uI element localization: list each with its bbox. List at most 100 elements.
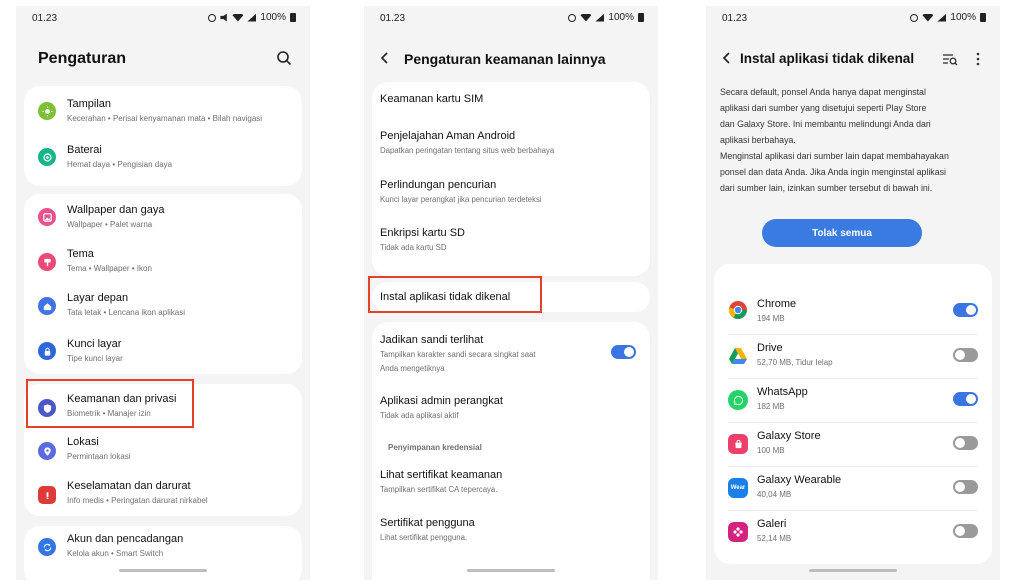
show-passwords-toggle[interactable] [611,345,636,359]
app-detail: 194 MB [757,314,785,323]
item-title: Tema [67,248,94,260]
item-title: Keselamatan dan darurat [67,480,191,492]
whatsapp-toggle[interactable] [953,392,978,406]
item-safe-browsing[interactable]: Penjelajahan Aman Android Dapatkan perin… [372,116,650,166]
back-icon[interactable] [720,51,734,65]
app-row-drive[interactable]: Drive 52,70 MB, Tidur lelap [714,334,992,378]
deny-all-button[interactable]: Tolak semua [762,219,922,247]
item-device-admin-apps[interactable]: Aplikasi admin perangkat Tidak ada aplik… [372,382,650,430]
item-title: Lihat sertifikat keamanan [380,469,503,481]
settings-item-tema[interactable]: Tema Tema • Wallpaper • Ikon [24,240,302,284]
description-line: Menginstal aplikasi dari sumber lain dap… [720,151,949,161]
settings-item-baterai[interactable]: Baterai Hemat daya • Pengisian daya [24,136,302,186]
settings-screen: 01.23 100% Pengaturan Tampilan Kecerahan… [16,6,310,580]
chrome-toggle[interactable] [953,303,978,317]
status-bar: 01.23 100% [16,6,310,30]
app-row-galaxy-wearable[interactable]: Wear Galaxy Wearable 40,04 MB [714,466,992,510]
item-subtitle: Tipe kunci layar [67,354,123,363]
status-time: 01.23 [380,13,406,24]
settings-header: Pengaturan [16,42,310,74]
item-subtitle: Kunci layar perangkat jika pencurian ter… [380,195,542,204]
alarm-icon [910,13,919,22]
app-name: Galeri [757,518,787,530]
description-line: Secara default, ponsel Anda hanya dapat … [720,87,926,97]
item-title: Jadikan sandi terlihat [380,334,484,346]
item-subtitle: Lihat sertifikat pengguna. [380,533,468,542]
settings-item-kunci-layar[interactable]: Kunci layar Tipe kunci layar [24,330,302,374]
galaxy-wearable-icon: Wear [728,478,748,498]
settings-item-akun[interactable]: Akun dan pencadangan Kelola akun • Smart… [24,526,302,570]
item-theft-protection[interactable]: Perlindungan pencurian Kunci layar peran… [372,166,650,214]
description-line: ponsel dan data Anda. Jika Anda ingin me… [720,167,946,177]
item-user-certificates[interactable]: Sertifikat pengguna Lihat sertifikat pen… [372,508,650,556]
battery-icon [38,148,56,166]
item-view-certificates[interactable]: Lihat sertifikat keamanan Tampilkan sert… [372,460,650,508]
unknown-apps-screen: 01.23 100% Instal aplikasi tidak dikenal… [706,6,1000,580]
item-title: Sertifikat pengguna [380,517,475,529]
item-sd-encryption[interactable]: Enkripsi kartu SD Tidak ada kartu SD [372,214,650,264]
item-subtitle: Tidak ada aplikasi aktif [380,411,459,420]
location-icon [38,442,56,460]
settings-item-wallpaper[interactable]: Wallpaper dan gaya Wallpaper • Palet war… [24,194,302,240]
back-icon[interactable] [378,51,392,65]
item-title: Wallpaper dan gaya [67,204,165,216]
item-title: Akun dan pencadangan [67,533,184,545]
item-title: Perlindungan pencurian [380,179,497,191]
page-title: Pengaturan keamanan lainnya [404,51,606,67]
app-row-galaxy-store[interactable]: Galaxy Store 100 MB [714,422,992,466]
app-row-galeri[interactable]: Galeri 52,14 MB [714,510,992,554]
item-subtitle: Info medis • Peringatan darurat nirkabel [67,496,208,505]
home-indicator [467,569,555,572]
highlight-install-unknown-apps [368,276,542,313]
item-title: Kunci layar [67,338,122,350]
highlight-keamanan-privasi [26,379,194,428]
app-detail: 52,14 MB [757,534,792,543]
settings-group-display: Tampilan Kecerahan • Perisai kenyamanan … [24,86,302,186]
app-name: Drive [757,342,783,354]
description-line: aplikasi berbahaya. [720,135,796,145]
description-text: Secara default, ponsel Anda hanya dapat … [720,84,988,196]
home-indicator [809,569,897,572]
display-icon [38,102,56,120]
drive-icon [729,348,747,364]
settings-item-lokasi[interactable]: Lokasi Permintaan lokasi [24,430,302,472]
signal-icon [595,13,605,22]
description-line: aplikasi dari sumber yang disetujui sepe… [720,103,927,113]
settings-item-keselamatan[interactable]: Keselamatan dan darurat Info medis • Per… [24,472,302,516]
more-options-icon[interactable] [970,51,986,67]
app-row-whatsapp[interactable]: WhatsApp 182 MB [714,378,992,422]
app-detail: 40,04 MB [757,490,792,499]
item-sim-security[interactable]: Keamanan kartu SIM [372,82,650,116]
wifi-icon [580,13,592,22]
settings-item-tampilan[interactable]: Tampilan Kecerahan • Perisai kenyamanan … [24,86,302,136]
battery-status-icon [638,13,644,22]
item-title: Aplikasi admin perangkat [380,395,503,407]
lock-icon [38,342,56,360]
page-title: Pengaturan [38,50,127,67]
settings-item-layar-depan[interactable]: Layar depan Tata letak • Lencana ikon ap… [24,284,302,330]
battery-status-icon [980,13,986,22]
battery-level: 100% [608,12,634,23]
chrome-icon [728,301,747,319]
item-subtitle: Dapatkan peringatan tentang situs web be… [380,146,555,155]
item-subtitle: Tema • Wallpaper • Ikon [67,264,152,273]
status-bar: 01.23 100% [364,6,658,30]
page-title: Instal aplikasi tidak dikenal [740,51,915,66]
description-line: dan Galaxy Store. Ini membantu melindung… [720,119,931,129]
item-subtitle: Kecerahan • Perisai kenyamanan mata • Bi… [67,114,263,123]
app-row-chrome[interactable]: Chrome 194 MB [714,290,992,334]
wifi-icon [922,13,934,22]
item-show-passwords[interactable]: Jadikan sandi terlihat Tampilkan karakte… [372,322,650,382]
theme-icon [38,253,56,271]
galaxy-wearable-toggle[interactable] [953,480,978,494]
item-title: Penjelajahan Aman Android [380,130,516,142]
emergency-icon [38,486,56,504]
status-time: 01.23 [32,13,58,24]
item-title: Keamanan kartu SIM [380,93,484,105]
drive-toggle[interactable] [953,348,978,362]
battery-status-icon [290,13,296,22]
galaxy-store-toggle[interactable] [953,436,978,450]
galeri-toggle[interactable] [953,524,978,538]
search-icon[interactable] [276,50,292,66]
search-filter-icon[interactable] [942,51,958,67]
